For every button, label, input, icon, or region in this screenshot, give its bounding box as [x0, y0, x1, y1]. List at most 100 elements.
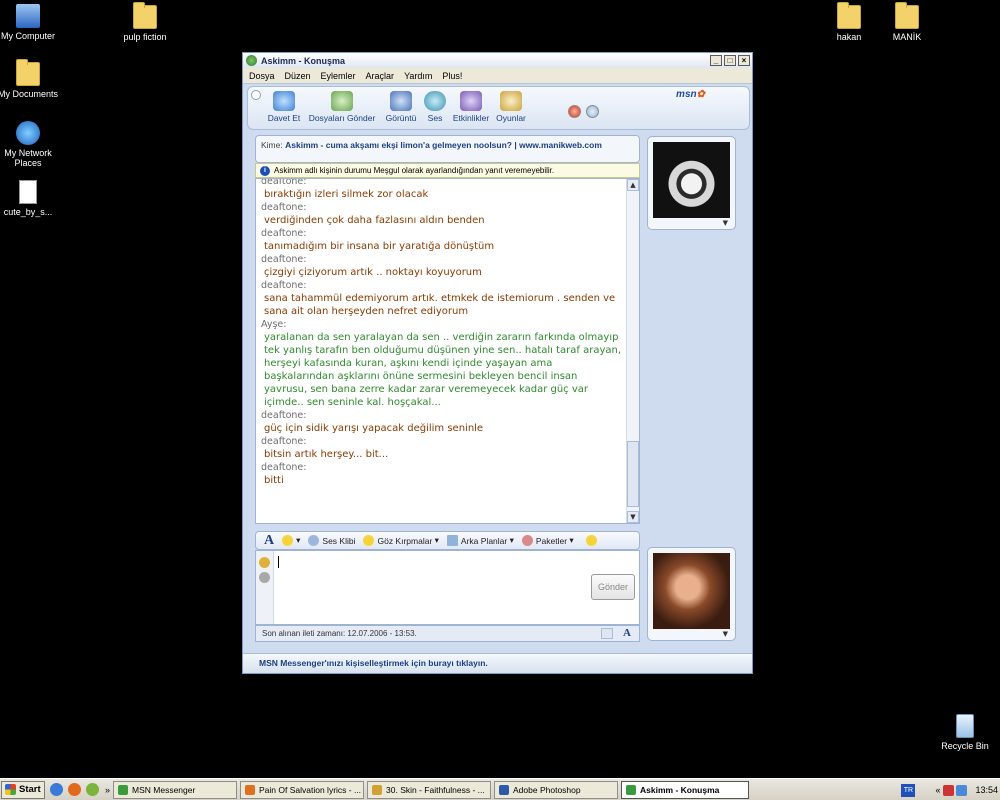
task-photoshop[interactable]: Adobe Photoshop — [494, 780, 619, 799]
start-label: Start — [19, 784, 41, 795]
emoticons-button[interactable]: ▾ — [282, 535, 300, 546]
send-file-icon[interactable] — [259, 557, 270, 568]
desktop-icon-label: My Documents — [0, 89, 59, 99]
message-text: bıraktığın izleri silmek zor olacak — [264, 189, 429, 200]
my-documents-desktop-icon[interactable]: My Documents — [0, 59, 66, 99]
own-avatar[interactable] — [653, 553, 730, 629]
toolbar: Davet Et Dosyaları Gönder Görüntü Ses Et… — [247, 86, 750, 130]
conversation-history[interactable]: deaftone: bıraktığın izleri silmek zor o… — [255, 178, 640, 524]
menu-plus[interactable]: Plus! — [442, 71, 462, 81]
scrollbar-thumb[interactable] — [627, 441, 639, 507]
message-text: tanımadığım bir insana bir yaratığa dönü… — [264, 241, 495, 252]
font-icon[interactable]: A — [264, 533, 274, 549]
tray-network-icon[interactable] — [956, 784, 968, 796]
vertical-scrollbar[interactable]: ▲ ▼ — [626, 179, 639, 523]
close-button[interactable]: × — [738, 55, 750, 66]
message-list: deaftone: bıraktığın izleri silmek zor o… — [261, 179, 623, 487]
task-label: Askimm - Konuşma — [640, 784, 720, 795]
desktop-icon-label: hakan — [836, 32, 862, 42]
block-contact-button[interactable] — [568, 105, 581, 118]
menu-dosya[interactable]: Dosya — [249, 71, 275, 81]
backgrounds-label: Arka Planlar — [460, 535, 508, 546]
voice-icon — [424, 91, 446, 111]
message-text: yaralanan da sen yaralayan da sen .. ver… — [264, 332, 622, 408]
maximize-button[interactable]: □ — [724, 55, 736, 66]
personalize-link[interactable]: MSN Messenger'ınızı kişiselleştirmek içi… — [243, 653, 752, 673]
quicklaunch-ie-icon[interactable] — [50, 783, 63, 796]
image-file-desktop-icon[interactable]: cute_by_s... — [0, 180, 66, 217]
scroll-down-arrow-icon[interactable]: ▼ — [627, 511, 639, 523]
message-text: güç için sidik yarışı yapacak değilim se… — [264, 423, 484, 434]
manik-folder[interactable]: MANİK — [869, 2, 945, 42]
formatting-toolbar: A ▾ Ses Klibi Göz Kırpmalar ▾ Arka Planl… — [255, 531, 640, 550]
scroll-up-arrow-icon[interactable]: ▲ — [627, 179, 639, 191]
title-bar[interactable]: Askimm - Konuşma _ □ × — [243, 53, 752, 68]
activities-button[interactable]: Etkinlikler — [451, 91, 491, 123]
contact-avatar[interactable] — [653, 142, 730, 218]
handwriting-icon[interactable] — [259, 572, 270, 583]
send-files-button[interactable]: Dosyaları Gönder — [308, 91, 376, 123]
task-conversation[interactable]: Askimm - Konuşma — [621, 780, 750, 799]
games-button[interactable]: Oyunlar — [493, 91, 529, 123]
video-button[interactable]: Görüntü — [381, 91, 421, 123]
task-media-player[interactable]: 30. Skin - Faithfulness - ... — [367, 780, 492, 799]
winks-button[interactable]: Göz Kırpmalar ▾ — [363, 535, 439, 546]
info-icon: i — [260, 165, 270, 176]
chevron-down-icon[interactable]: ▼ — [723, 630, 728, 638]
toolbar-label: Davet Et — [267, 113, 301, 123]
quicklaunch-firefox-icon[interactable] — [68, 783, 81, 796]
msn-icon — [626, 784, 637, 795]
busy-notice-text: Askimm adlı kişinin durumu Meşgul olarak… — [274, 166, 555, 175]
backgrounds-button[interactable]: Arka Planlar ▾ — [446, 535, 514, 546]
message-text: verdiğinden çok daha fazlasını aldın ben… — [264, 215, 485, 226]
nudge-button[interactable] — [585, 535, 600, 546]
video-icon — [390, 91, 412, 111]
menu-duzen[interactable]: Düzen — [285, 71, 311, 81]
toolbar-toggle-button[interactable] — [251, 90, 261, 100]
handwriting-mode-icon[interactable] — [601, 628, 613, 639]
task-msn-messenger[interactable]: MSN Messenger — [113, 780, 238, 799]
quicklaunch-more-icon[interactable]: » — [105, 785, 110, 795]
message-sender: Ayşe: — [261, 319, 287, 330]
task-browser-lyrics[interactable]: Pain Of Salvation lyrics - ... — [240, 780, 365, 799]
display-picture-button[interactable] — [586, 105, 599, 118]
packs-label: Paketler — [535, 535, 568, 546]
image-file-icon — [19, 180, 37, 204]
voice-button[interactable]: Ses — [422, 91, 448, 123]
conversation-window: Askimm - Konuşma _ □ × Dosya Düzen Eylem… — [242, 52, 753, 674]
my-computer-desktop-icon[interactable]: My Computer — [0, 4, 66, 41]
quicklaunch-app-icon[interactable] — [86, 783, 99, 796]
menu-eylemler[interactable]: Eylemler — [321, 71, 356, 81]
background-icon — [446, 535, 458, 546]
msn-icon — [118, 784, 129, 795]
network-places-desktop-icon[interactable]: My Network Places — [0, 121, 66, 168]
packs-button[interactable]: Paketler ▾ — [521, 535, 574, 546]
language-indicator[interactable]: TR — [901, 783, 916, 797]
message-sender: deaftone: — [261, 410, 307, 421]
tray-app-icon[interactable] — [943, 784, 955, 796]
message-sender: deaftone: — [261, 202, 307, 213]
message-input-area[interactable]: Gönder — [255, 550, 640, 625]
voice-clip-button[interactable]: Ses Klibi — [308, 535, 355, 546]
menu-yardim[interactable]: Yardım — [404, 71, 432, 81]
task-label: 30. Skin - Faithfulness - ... — [386, 784, 485, 795]
desktop-icon-label: My Computer — [0, 31, 55, 41]
invite-button[interactable]: Davet Et — [264, 91, 304, 123]
menu-araclar[interactable]: Araçlar — [366, 71, 395, 81]
start-button[interactable]: Start — [1, 780, 45, 799]
to-field: Kime: Askimm - cuma akşamı ekşi limon'a … — [255, 135, 640, 163]
minimize-button[interactable]: _ — [710, 55, 722, 66]
show-hidden-icons[interactable]: « — [935, 785, 940, 795]
photoshop-icon — [499, 784, 510, 795]
recycle-bin-desktop-icon[interactable]: Recycle Bin — [927, 714, 1000, 751]
wink-icon — [363, 535, 375, 546]
text-mode-icon[interactable]: A — [623, 627, 631, 639]
message-sender: deaftone: — [261, 228, 307, 239]
folder-icon — [895, 2, 919, 29]
pulp-fiction-folder[interactable]: pulp fiction — [107, 2, 183, 42]
chevron-down-icon[interactable]: ▼ — [723, 219, 728, 227]
message-sender: deaftone: — [261, 436, 307, 447]
msn-logo: msn✿ — [676, 89, 705, 100]
send-button[interactable]: Gönder — [591, 574, 635, 600]
folder-icon — [837, 2, 861, 29]
